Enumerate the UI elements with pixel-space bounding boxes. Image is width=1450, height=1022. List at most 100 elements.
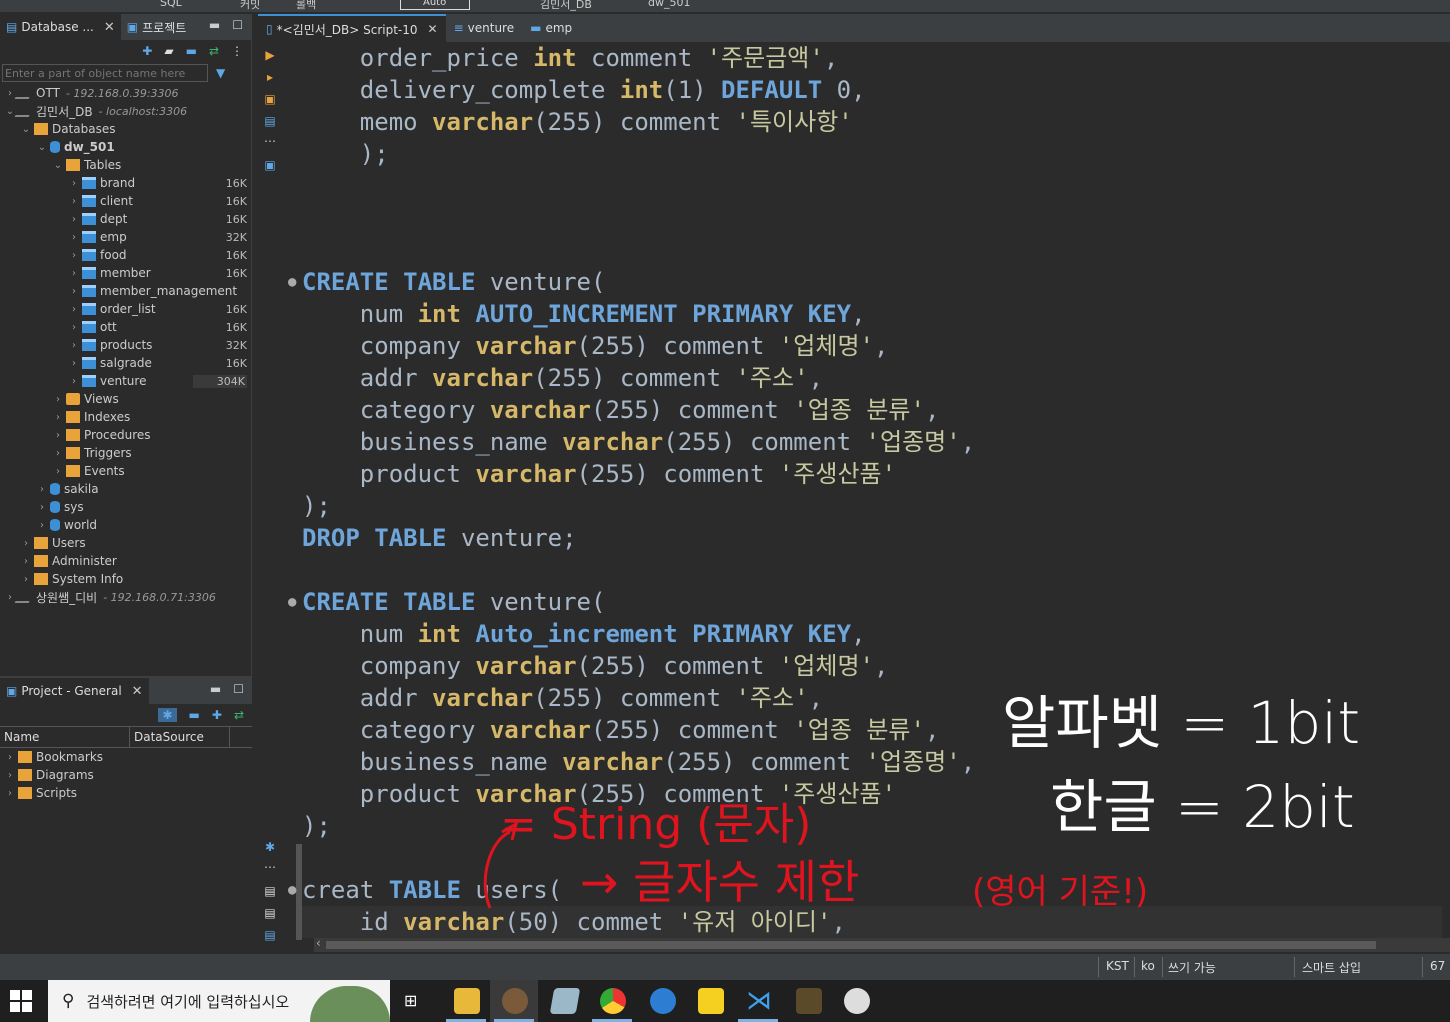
tab-emp[interactable]: ▬ emp [522, 14, 580, 42]
explain-plan-icon[interactable]: ▣ [263, 92, 277, 106]
object-filter-input[interactable] [2, 64, 208, 82]
chevron-right-icon[interactable]: › [20, 556, 32, 567]
chevron-right-icon[interactable]: › [68, 196, 80, 207]
tree-node-ott[interactable]: › ott 16K [0, 318, 251, 336]
game-icon[interactable] [796, 988, 822, 1014]
dbeaver-icon[interactable] [502, 988, 528, 1014]
delete-script-icon[interactable]: ▤ [263, 906, 277, 920]
more-icon[interactable]: ⋯ [263, 134, 277, 148]
vscode-icon[interactable]: ⋊ [746, 988, 772, 1014]
chevron-right-icon[interactable]: › [36, 520, 48, 531]
tree-node-triggers[interactable]: › Triggers [0, 444, 251, 462]
more-icon[interactable]: ⋯ [263, 860, 277, 874]
tree-node-brand[interactable]: › brand 16K [0, 174, 251, 192]
tree-node-users[interactable]: › Users [0, 534, 251, 552]
active-schema-select[interactable]: dw_501 [648, 0, 690, 9]
chevron-down-icon[interactable]: ⌄ [4, 106, 16, 117]
chevron-right-icon[interactable]: › [68, 322, 80, 333]
filter-icon[interactable]: ▼ [216, 66, 225, 80]
tab-venture[interactable]: ≡ venture [446, 14, 523, 42]
minimize-icon[interactable]: ▬ [210, 682, 221, 696]
project-item-bookmarks[interactable]: › Bookmarks [0, 748, 252, 766]
tree-node-food[interactable]: › food 16K [0, 246, 251, 264]
tab-projects[interactable]: ▣ 프로젝트 [121, 14, 193, 40]
tree-node-procedures[interactable]: › Procedures [0, 426, 251, 444]
chevron-right-icon[interactable]: › [52, 430, 64, 441]
notepad-icon[interactable] [549, 988, 581, 1014]
execute-statement-icon[interactable]: ▶ [263, 48, 277, 62]
chevron-right-icon[interactable]: › [68, 232, 80, 243]
active-connection-select[interactable]: 김민서_DB [540, 0, 592, 12]
tree-node-member[interactable]: › member 16K [0, 264, 251, 282]
chevron-right-icon[interactable]: › [4, 770, 16, 781]
transaction-mode-select[interactable]: Auto [400, 0, 470, 10]
chevron-right-icon[interactable]: › [68, 358, 80, 369]
tree-node-administer[interactable]: › Administer [0, 552, 251, 570]
new-folder-icon[interactable]: ▰ [164, 44, 173, 58]
chevron-right-icon[interactable]: › [4, 88, 16, 99]
chevron-right-icon[interactable]: › [4, 752, 16, 763]
tree-node-indexes[interactable]: › Indexes [0, 408, 251, 426]
tree-node-views[interactable]: › Views [0, 390, 251, 408]
maximize-icon[interactable]: ☐ [232, 18, 243, 32]
tree-node-salgrade[interactable]: › salgrade 16K [0, 354, 251, 372]
fold-marker-icon[interactable]: ● [288, 586, 296, 618]
chevron-down-icon[interactable]: ⌄ [52, 160, 64, 171]
view-menu-icon[interactable]: ⋮ [231, 44, 243, 58]
link-editor-icon[interactable]: ⇄ [234, 708, 244, 722]
tree-node-system-info[interactable]: › System Info [0, 570, 251, 588]
tree-node-sys[interactable]: › sys [0, 498, 251, 516]
execute-script-icon[interactable]: ▸ [263, 70, 277, 84]
chevron-right-icon[interactable]: › [20, 574, 32, 585]
sql-code-area[interactable]: order_price int comment '주문금액', delivery… [288, 42, 1442, 938]
chevron-right-icon[interactable]: › [52, 412, 64, 423]
tree-node-sakila[interactable]: › sakila [0, 480, 251, 498]
new-connection-icon[interactable]: ✚ [142, 44, 152, 58]
chevron-right-icon[interactable]: › [68, 268, 80, 279]
tree-node-venture[interactable]: › venture 304K [0, 372, 251, 390]
project-item-scripts[interactable]: › Scripts [0, 784, 252, 802]
tree-node-상원쌤_디비[interactable]: › 상원쌤_디비 - 192.168.0.71:3306 [0, 588, 251, 606]
tree-node-events[interactable]: › Events [0, 462, 251, 480]
chrome-icon[interactable] [600, 988, 626, 1014]
chevron-down-icon[interactable]: ⌄ [36, 142, 48, 153]
fold-marker-icon[interactable]: ● [288, 266, 296, 298]
settings-icon[interactable]: ✱ [263, 840, 277, 854]
project-item-diagrams[interactable]: › Diagrams [0, 766, 252, 784]
tree-node-김민서_db[interactable]: ⌄ 김민서_DB - localhost:3306 [0, 102, 251, 120]
configure-icon[interactable]: ✱ [158, 708, 177, 722]
chevron-right-icon[interactable]: › [36, 484, 48, 495]
file-explorer-icon[interactable] [454, 988, 480, 1014]
chevron-right-icon[interactable]: › [52, 466, 64, 477]
taskbar-search-box[interactable]: ⚲ 검색하려면 여기에 입력하십시오 [48, 980, 390, 1022]
tree-node-ott[interactable]: › OTT - 192.168.0.39:3306 [0, 84, 251, 102]
column-datasource[interactable]: DataSource [130, 727, 230, 747]
fold-marker-icon[interactable]: ● [288, 874, 296, 906]
chevron-right-icon[interactable]: › [68, 376, 80, 387]
scroll-left-icon[interactable]: ‹ [316, 936, 321, 950]
chevron-right-icon[interactable]: › [52, 394, 64, 405]
sql-button[interactable]: SQL [160, 0, 182, 9]
collapse-all-icon[interactable]: ▬ [186, 44, 197, 58]
horizontal-scrollbar[interactable]: ‹ [314, 936, 1450, 952]
new-script-icon[interactable]: ▤ [263, 884, 277, 898]
tab-script-10[interactable]: ▯ *<김민서_DB> Script-10 ✕ [258, 14, 446, 42]
tree-node-member_management[interactable]: › member_management [0, 282, 251, 300]
app-icon[interactable] [844, 988, 870, 1014]
tree-node-tables[interactable]: ⌄ Tables [0, 156, 251, 174]
tree-node-dept[interactable]: › dept 16K [0, 210, 251, 228]
windows-start-icon[interactable] [10, 990, 32, 1012]
tree-node-products[interactable]: › products 32K [0, 336, 251, 354]
tab-database-navigator[interactable]: ▤ Database ... ✕ [0, 14, 121, 40]
sticky-notes-icon[interactable] [698, 988, 724, 1014]
chevron-right-icon[interactable]: › [36, 502, 48, 513]
tree-node-order_list[interactable]: › order_list 16K [0, 300, 251, 318]
tree-node-databases[interactable]: ⌄ Databases [0, 120, 251, 138]
chevron-right-icon[interactable]: › [68, 214, 80, 225]
chevron-right-icon[interactable]: › [20, 538, 32, 549]
chevron-down-icon[interactable]: ⌄ [20, 124, 32, 135]
chevron-right-icon[interactable]: › [52, 448, 64, 459]
chevron-right-icon[interactable]: › [68, 250, 80, 261]
chevron-right-icon[interactable]: › [68, 178, 80, 189]
commit-button[interactable]: 커밋 [240, 0, 260, 12]
